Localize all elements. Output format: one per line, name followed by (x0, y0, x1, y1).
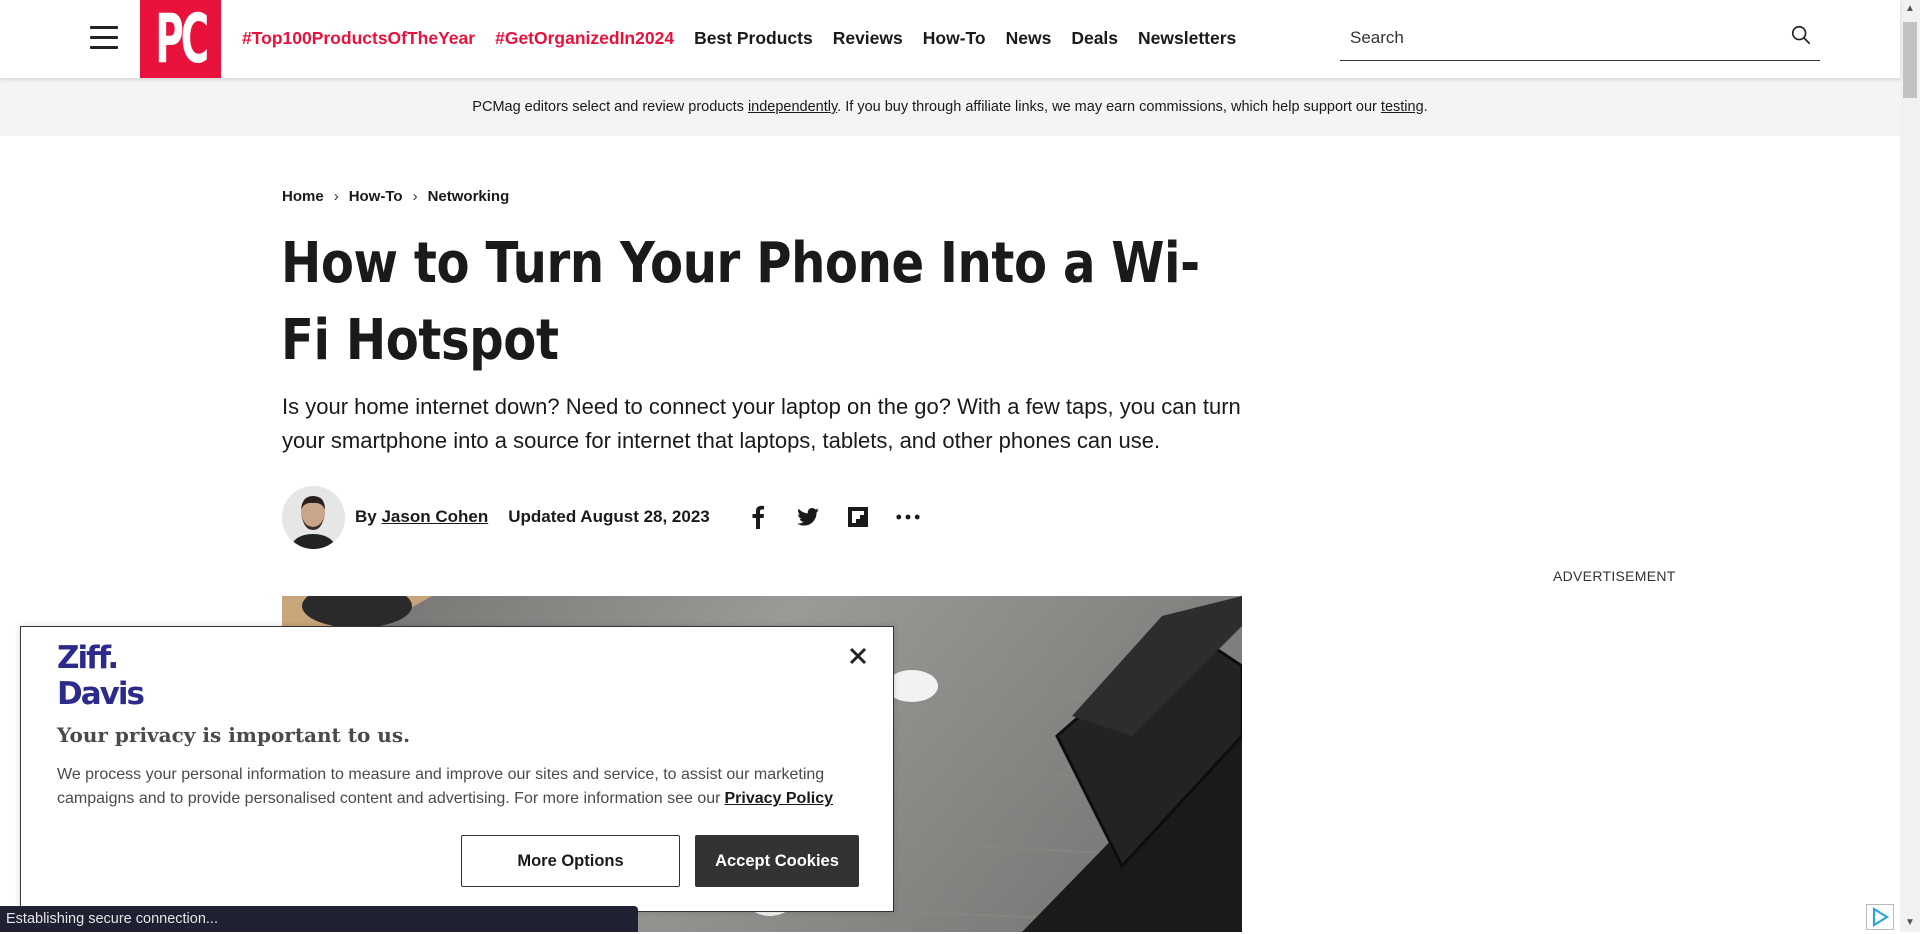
chevron-right-icon: › (333, 188, 339, 205)
breadcrumb-networking[interactable]: Networking (428, 188, 510, 205)
independently-link[interactable]: independently (748, 99, 837, 115)
updated-date: Updated August 28, 2023 (508, 507, 710, 526)
nav-how-to[interactable]: How-To (923, 28, 986, 49)
byline: By Jason Cohen Updated August 28, 2023 (282, 485, 920, 549)
cookie-consent-dialog: Ziff. Davis Your privacy is important to… (20, 626, 894, 912)
breadcrumb-how-to[interactable]: How-To (349, 188, 403, 205)
author-link[interactable]: Jason Cohen (381, 507, 488, 526)
search-icon[interactable] (1790, 24, 1812, 46)
nav-top100[interactable]: #Top100ProductsOfTheYear (242, 28, 475, 49)
author-line: By Jason Cohen (355, 507, 488, 527)
share-buttons (746, 505, 920, 529)
advertisement-label: ADVERTISEMENT (1553, 568, 1676, 584)
disclaimer-text-end: . (1423, 99, 1428, 115)
close-icon[interactable] (845, 643, 871, 669)
ziff-davis-logo: Ziff. Davis (57, 640, 145, 712)
search-input[interactable] (1348, 24, 1772, 52)
article-title: How to Turn Your Phone Into a Wi-Fi Hots… (281, 231, 1200, 373)
pcmag-logo[interactable]: PC (140, 0, 221, 78)
browser-status-bar: Establishing secure connection... (0, 906, 638, 932)
scroll-up-icon[interactable]: ▲ (1900, 0, 1920, 18)
privacy-policy-link[interactable]: Privacy Policy (724, 790, 833, 807)
article-dek: Is your home internet down? Need to conn… (282, 394, 1241, 453)
privacy-body-text: We process your personal information to … (57, 766, 825, 807)
breadcrumb: Home › How-To › Networking (282, 188, 509, 205)
adchoices-icon[interactable] (1866, 904, 1894, 930)
nav-deals[interactable]: Deals (1071, 28, 1118, 49)
accept-cookies-button[interactable]: Accept Cookies (695, 835, 859, 887)
nav-news[interactable]: News (1006, 28, 1052, 49)
testing-link[interactable]: testing (1381, 99, 1424, 115)
by-prefix: By (355, 507, 377, 526)
disclaimer-text: PCMag editors select and review products (472, 99, 748, 115)
page-scrollbar[interactable]: ▲ ▼ (1900, 0, 1920, 932)
more-options-button[interactable]: More Options (461, 835, 680, 887)
nav-get-organized[interactable]: #GetOrganizedIn2024 (495, 28, 674, 49)
scroll-down-icon[interactable]: ▼ (1900, 914, 1920, 932)
twitter-icon[interactable] (796, 505, 820, 529)
site-header: PC #Top100ProductsOfTheYear #GetOrganize… (0, 0, 1900, 78)
privacy-body: We process your personal information to … (57, 763, 867, 811)
menu-icon[interactable] (90, 26, 118, 49)
nav-reviews[interactable]: Reviews (833, 28, 903, 49)
disclaimer-text-mid: . If you buy through affiliate links, we… (837, 99, 1381, 115)
nav-newsletters[interactable]: Newsletters (1138, 28, 1236, 49)
privacy-heading: Your privacy is important to us. (57, 723, 411, 747)
search-box (1340, 18, 1820, 61)
author-avatar[interactable] (282, 485, 345, 549)
scrollbar-thumb[interactable] (1903, 22, 1917, 98)
flipboard-icon[interactable] (846, 505, 870, 529)
more-icon[interactable] (896, 505, 920, 529)
chevron-right-icon: › (412, 188, 418, 205)
main-nav: #Top100ProductsOfTheYear #GetOrganizedIn… (242, 28, 1256, 49)
breadcrumb-home[interactable]: Home (282, 188, 324, 205)
affiliate-disclaimer: PCMag editors select and review products… (0, 78, 1900, 136)
nav-best-products[interactable]: Best Products (694, 28, 813, 49)
facebook-icon[interactable] (746, 505, 770, 529)
